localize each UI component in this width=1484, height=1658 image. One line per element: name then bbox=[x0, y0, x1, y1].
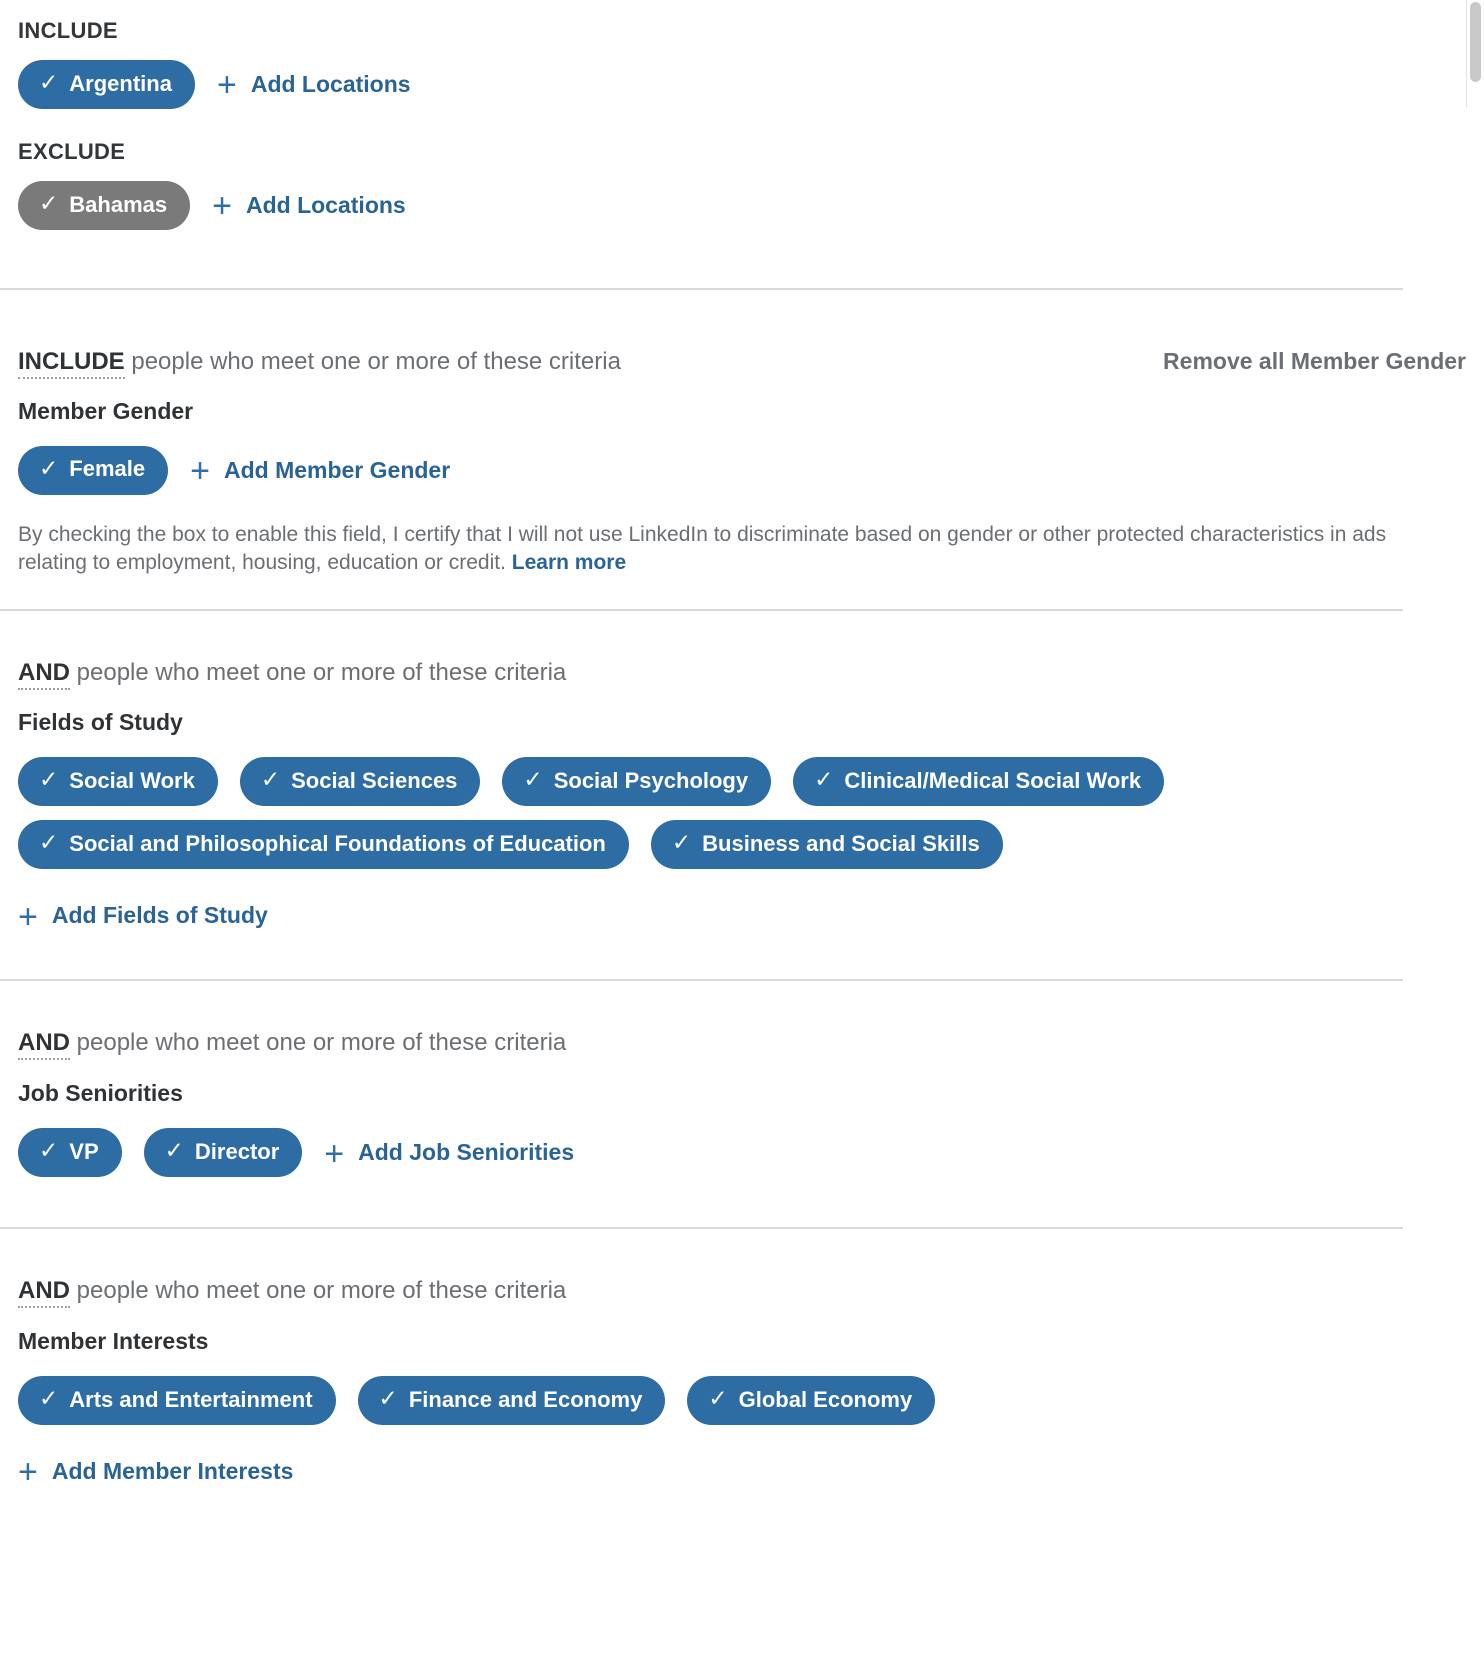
job-seniority-chip-vp[interactable]: ✓ VP bbox=[18, 1128, 122, 1178]
member-interests-chip-row: ✓ Arts and Entertainment ✓ Finance and E… bbox=[18, 1376, 1466, 1426]
targeting-criteria-panel: INCLUDE ✓ Argentina + Add Locations EXCL… bbox=[0, 0, 1484, 1492]
add-member-interests-label: Add Member Interests bbox=[51, 1458, 294, 1485]
add-fields-of-study-row: + Add Fields of Study bbox=[18, 897, 1466, 936]
locations-exclude-label: EXCLUDE bbox=[18, 139, 126, 164]
fields-of-study-chip[interactable]: ✓ Clinical/Medical Social Work bbox=[793, 757, 1165, 807]
check-icon: ✓ bbox=[39, 1137, 59, 1164]
check-icon: ✓ bbox=[39, 69, 59, 95]
chip-label: Female bbox=[69, 456, 146, 482]
criteria-text: people who meet one or more of these cri… bbox=[70, 1277, 567, 1305]
scrollbar-thumb[interactable] bbox=[1470, 2, 1481, 82]
plus-icon: + bbox=[324, 1134, 345, 1173]
check-icon: ✓ bbox=[814, 766, 834, 793]
plus-icon: + bbox=[216, 66, 237, 105]
member-interest-chip[interactable]: ✓ Global Economy bbox=[687, 1376, 936, 1426]
job-seniorities-section: AND people who meet one or more of these… bbox=[0, 981, 1484, 1178]
fields-of-study-chip-row: ✓ Social Work ✓ Social Sciences ✓ Social… bbox=[18, 757, 1466, 870]
job-seniorities-chip-row: ✓ VP ✓ Director + Add Job Seniorities bbox=[18, 1128, 1466, 1178]
criteria-text: people who meet one or more of these cri… bbox=[124, 348, 621, 375]
criteria-operator[interactable]: AND bbox=[18, 1277, 70, 1309]
member-interest-chip[interactable]: ✓ Finance and Economy bbox=[357, 1376, 666, 1426]
check-icon: ✓ bbox=[39, 1385, 59, 1412]
add-fields-of-study-label: Add Fields of Study bbox=[51, 902, 268, 929]
remove-all-member-gender-button[interactable]: Remove all Member Gender bbox=[1163, 348, 1466, 375]
chip-label: Social and Philosophical Foundations of … bbox=[69, 830, 606, 856]
criteria-text: people who meet one or more of these cri… bbox=[70, 1029, 567, 1057]
member-gender-disclaimer: By checking the box to enable this field… bbox=[18, 521, 1404, 577]
check-icon: ✓ bbox=[164, 1137, 184, 1164]
member-gender-chip-row: ✓ Female + Add Member Gender bbox=[18, 445, 1466, 495]
add-fields-of-study-button[interactable]: + Add Fields of Study bbox=[18, 897, 268, 936]
plus-icon: + bbox=[190, 452, 210, 491]
check-icon: ✓ bbox=[39, 766, 59, 793]
add-locations-label: Add Locations bbox=[245, 192, 406, 218]
check-icon: ✓ bbox=[523, 766, 543, 793]
location-chip-bahamas[interactable]: ✓ Bahamas bbox=[18, 181, 191, 230]
chip-label: Social Work bbox=[69, 767, 195, 793]
check-icon: ✓ bbox=[378, 1385, 398, 1412]
chip-label: Business and Social Skills bbox=[702, 830, 980, 856]
locations-include-label: INCLUDE bbox=[18, 18, 118, 43]
plus-icon: + bbox=[18, 897, 38, 936]
fields-of-study-chip[interactable]: ✓ Social and Philosophical Foundations o… bbox=[18, 820, 629, 870]
chip-label: Argentina bbox=[69, 70, 172, 96]
check-icon: ✓ bbox=[39, 190, 59, 216]
criteria-line-job-seniorities: AND people who meet one or more of these… bbox=[18, 1029, 1466, 1061]
check-icon: ✓ bbox=[39, 829, 59, 856]
criteria-line-member-interests: AND people who meet one or more of these… bbox=[18, 1277, 1466, 1309]
fields-of-study-chip[interactable]: ✓ Business and Social Skills bbox=[650, 820, 1003, 870]
chip-label: Arts and Entertainment bbox=[69, 1386, 313, 1412]
criteria-text: people who meet one or more of these cri… bbox=[70, 658, 567, 686]
chip-label: Bahamas bbox=[69, 191, 168, 217]
member-gender-header-row: INCLUDE people who meet one or more of t… bbox=[18, 348, 1466, 379]
field-title-member-gender: Member Gender bbox=[18, 397, 194, 424]
member-gender-section: INCLUDE people who meet one or more of t… bbox=[0, 290, 1484, 577]
add-job-seniorities-label: Add Job Seniorities bbox=[358, 1139, 575, 1166]
locations-include-chip-row: ✓ Argentina + Add Locations bbox=[18, 60, 1466, 109]
fields-of-study-chip[interactable]: ✓ Social Sciences bbox=[239, 757, 481, 807]
member-gender-chip-female[interactable]: ✓ Female bbox=[18, 445, 169, 495]
member-interests-section: AND people who meet one or more of these… bbox=[0, 1229, 1484, 1492]
add-locations-exclude-button[interactable]: + Add Locations bbox=[212, 187, 406, 226]
criteria-operator[interactable]: INCLUDE bbox=[18, 348, 125, 379]
locations-section: INCLUDE ✓ Argentina + Add Locations EXCL… bbox=[0, 0, 1484, 230]
check-icon: ✓ bbox=[671, 829, 692, 856]
member-interest-chip[interactable]: ✓ Arts and Entertainment bbox=[18, 1376, 336, 1426]
add-locations-label: Add Locations bbox=[250, 71, 411, 97]
page-scrollbar[interactable] bbox=[1466, 0, 1484, 108]
field-title-job-seniorities: Job Seniorities bbox=[18, 1080, 183, 1107]
add-locations-include-button[interactable]: + Add Locations bbox=[216, 66, 411, 105]
location-chip-argentina[interactable]: ✓ Argentina bbox=[18, 60, 195, 109]
fields-of-study-section: AND people who meet one or more of these… bbox=[0, 611, 1484, 936]
disclaimer-text: By checking the box to enable this field… bbox=[18, 522, 1387, 574]
chip-label: Finance and Economy bbox=[408, 1386, 643, 1412]
chip-label: Social Sciences bbox=[291, 767, 458, 793]
chip-label: VP bbox=[69, 1138, 99, 1164]
chip-label: Clinical/Medical Social Work bbox=[844, 767, 1142, 793]
plus-icon: + bbox=[18, 1453, 38, 1492]
fields-of-study-chip[interactable]: ✓ Social Work bbox=[18, 757, 218, 807]
chip-label: Director bbox=[194, 1138, 280, 1164]
job-seniority-chip-director[interactable]: ✓ Director bbox=[143, 1128, 303, 1178]
check-icon: ✓ bbox=[708, 1385, 728, 1412]
chip-label: Global Economy bbox=[738, 1386, 913, 1412]
field-title-member-interests: Member Interests bbox=[18, 1328, 209, 1355]
criteria-line-fields-of-study: AND people who meet one or more of these… bbox=[18, 658, 1466, 690]
add-member-interests-button[interactable]: + Add Member Interests bbox=[18, 1453, 294, 1492]
add-member-gender-label: Add Member Gender bbox=[223, 456, 451, 483]
add-member-gender-button[interactable]: + Add Member Gender bbox=[190, 452, 451, 491]
locations-exclude-chip-row: ✓ Bahamas + Add Locations bbox=[18, 181, 1466, 230]
add-job-seniorities-button[interactable]: + Add Job Seniorities bbox=[324, 1134, 575, 1173]
check-icon: ✓ bbox=[39, 454, 59, 481]
criteria-operator[interactable]: AND bbox=[18, 1029, 70, 1061]
field-title-fields-of-study: Fields of Study bbox=[18, 709, 183, 736]
add-member-interests-row: + Add Member Interests bbox=[18, 1453, 1466, 1492]
fields-of-study-chip[interactable]: ✓ Social Psychology bbox=[502, 757, 772, 807]
check-icon: ✓ bbox=[260, 766, 281, 793]
chip-label: Social Psychology bbox=[553, 767, 749, 793]
learn-more-link[interactable]: Learn more bbox=[512, 551, 626, 574]
criteria-line-member-gender: INCLUDE people who meet one or more of t… bbox=[18, 348, 621, 379]
plus-icon: + bbox=[212, 187, 232, 226]
criteria-operator[interactable]: AND bbox=[18, 658, 70, 690]
